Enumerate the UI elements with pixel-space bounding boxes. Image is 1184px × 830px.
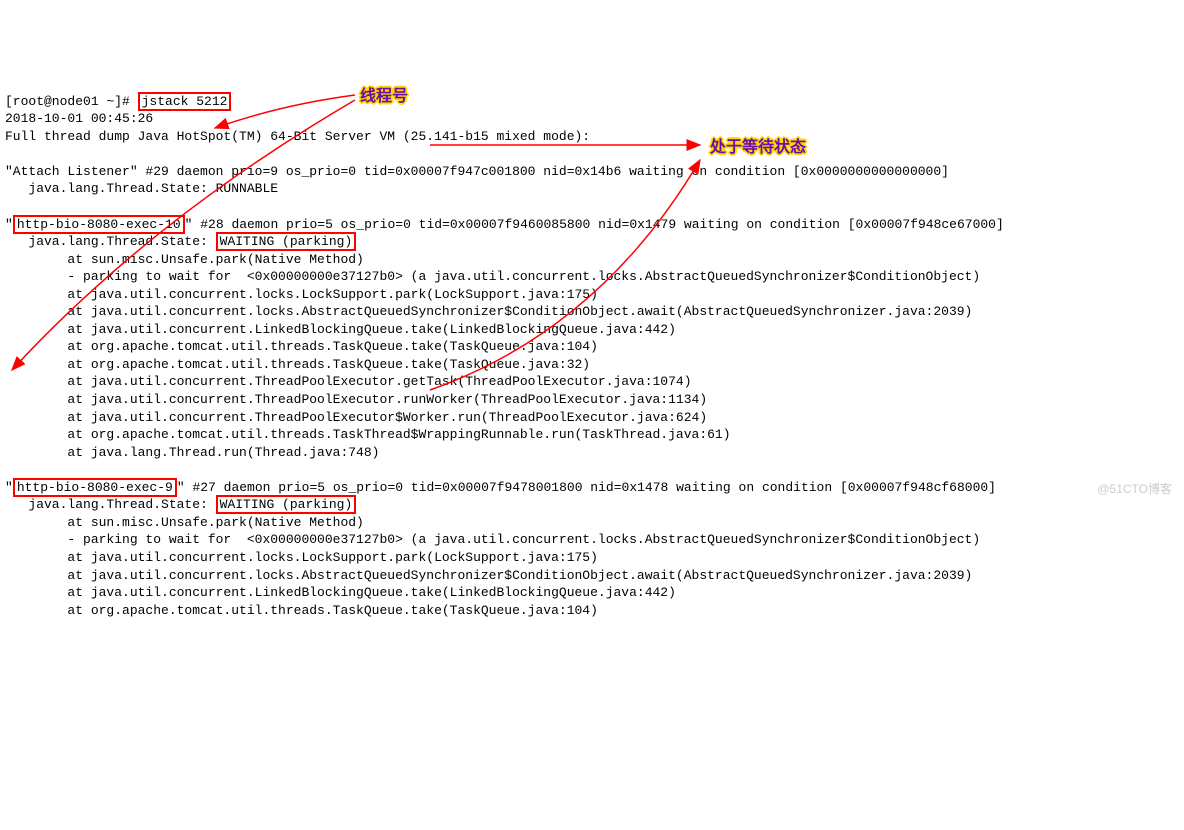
thread3-stack-5: at org.apache.tomcat.util.threads.TaskQu…: [5, 603, 598, 618]
thread2-stack-4: at java.util.concurrent.LinkedBlockingQu…: [5, 322, 676, 337]
annotation-waiting-state: 处于等待状态: [710, 137, 806, 159]
thread2-rest: " #28 daemon prio=5 os_prio=0 tid=0x0000…: [185, 217, 1004, 232]
thread3-stack-0: at sun.misc.Unsafe.park(Native Method): [5, 515, 364, 530]
thread3-rest: " #27 daemon prio=5 os_prio=0 tid=0x0000…: [177, 480, 996, 495]
thread3-stack-3: at java.util.concurrent.locks.AbstractQu…: [5, 568, 972, 583]
thread2-stack-5: at org.apache.tomcat.util.threads.TaskQu…: [5, 339, 598, 354]
annotation-thread-number: 线程号: [360, 86, 408, 108]
thread3-stack-1: - parking to wait for <0x00000000e37127b…: [5, 532, 980, 547]
thread2-stack-7: at java.util.concurrent.ThreadPoolExecut…: [5, 374, 692, 389]
thread2-stack-3: at java.util.concurrent.locks.AbstractQu…: [5, 304, 972, 319]
thread2-stack-2: at java.util.concurrent.locks.LockSuppor…: [5, 287, 598, 302]
thread2-stack-8: at java.util.concurrent.ThreadPoolExecut…: [5, 392, 707, 407]
thread2-stack-1: - parking to wait for <0x00000000e37127b…: [5, 269, 980, 284]
thread1-header: "Attach Listener" #29 daemon prio=9 os_p…: [5, 164, 949, 179]
thread2-stack-6: at org.apache.tomcat.util.threads.TaskQu…: [5, 357, 590, 372]
command-box: jstack 5212: [138, 92, 232, 111]
thread3-pre: ": [5, 480, 13, 495]
timestamp: 2018-10-01 00:45:26: [5, 111, 153, 126]
thread2-stack-9: at java.util.concurrent.ThreadPoolExecut…: [5, 410, 707, 425]
terminal-output: [root@node01 ~]# jstack 5212 2018-10-01 …: [5, 75, 1179, 619]
thread2-stack-11: at java.lang.Thread.run(Thread.java:748): [5, 445, 379, 460]
thread2-pre: ": [5, 217, 13, 232]
thread2-name-box: http-bio-8080-exec-10: [13, 215, 185, 234]
thread3-stack-4: at java.util.concurrent.LinkedBlockingQu…: [5, 585, 676, 600]
thread2-state-pre: java.lang.Thread.State:: [5, 234, 216, 249]
thread2-stack-0: at sun.misc.Unsafe.park(Native Method): [5, 252, 364, 267]
thread3-name-box: http-bio-8080-exec-9: [13, 478, 177, 497]
thread3-stack-2: at java.util.concurrent.locks.LockSuppor…: [5, 550, 598, 565]
thread2-stack-10: at org.apache.tomcat.util.threads.TaskTh…: [5, 427, 731, 442]
dump-header: Full thread dump Java HotSpot(TM) 64-Bit…: [5, 129, 590, 144]
shell-prompt: [root@node01 ~]#: [5, 94, 138, 109]
thread1-state: java.lang.Thread.State: RUNNABLE: [5, 181, 278, 196]
thread2-state-box: WAITING (parking): [216, 232, 357, 251]
